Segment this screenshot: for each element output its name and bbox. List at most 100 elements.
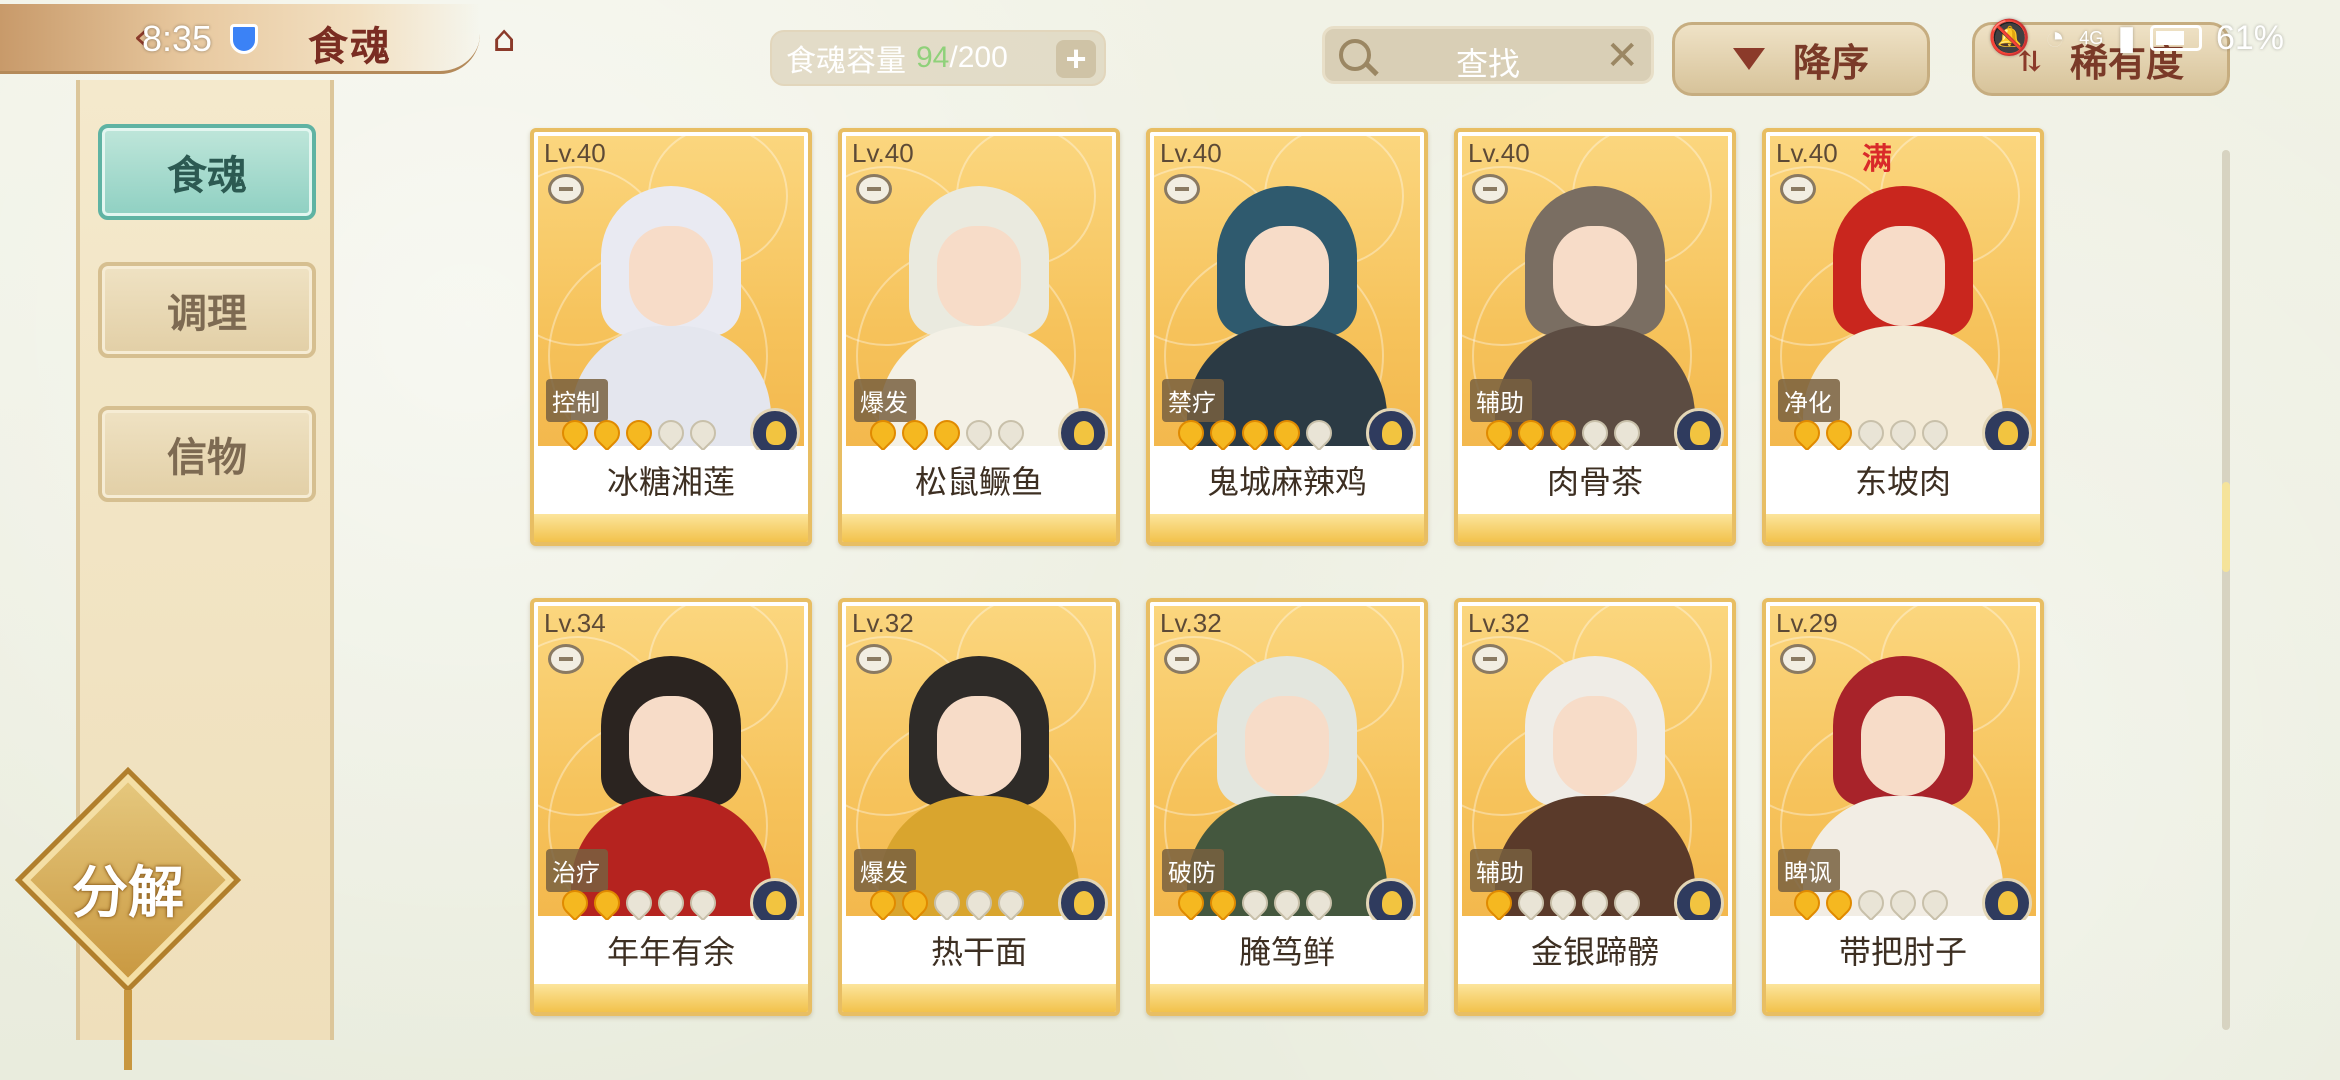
role-label: 控制 bbox=[546, 378, 608, 422]
card-name: 带把肘子 bbox=[1766, 920, 2040, 984]
role-label: 破防 bbox=[1162, 848, 1224, 892]
clear-icon[interactable]: ✕ bbox=[1605, 33, 1639, 79]
role-badge: 禁疗 bbox=[1154, 378, 1232, 422]
role-badge: 破防 bbox=[1154, 848, 1232, 892]
flame-icon bbox=[928, 884, 966, 922]
card-name: 腌笃鲜 bbox=[1150, 920, 1424, 984]
portrait-face bbox=[1861, 226, 1945, 326]
flame-icon bbox=[1172, 884, 1210, 922]
sidebar-item-food-soul[interactable]: 食魂 bbox=[98, 124, 316, 220]
bowl-icon bbox=[1472, 174, 1508, 204]
role-badge: 爆发 bbox=[846, 378, 924, 422]
food-soul-card[interactable]: Lv.29 睥讽带把肘子 bbox=[1762, 598, 2044, 1016]
portrait-face bbox=[1553, 696, 1637, 796]
flame-icon bbox=[1236, 884, 1274, 922]
card-level: Lv.32 bbox=[1160, 608, 1222, 638]
status-right: 🔕 ◔ 4G ▮ 61% bbox=[1974, 18, 2284, 58]
flame-icon bbox=[1884, 884, 1922, 922]
card-level: Lv.32 bbox=[1468, 608, 1530, 638]
star-rating bbox=[556, 884, 722, 922]
food-soul-card[interactable]: Lv.40 爆发松鼠鳜鱼 bbox=[838, 128, 1120, 546]
star-rating bbox=[864, 414, 1030, 452]
flame-icon bbox=[588, 884, 626, 922]
flame-icon bbox=[864, 414, 902, 452]
flame-icon bbox=[1236, 414, 1274, 452]
card-name: 肉骨茶 bbox=[1458, 450, 1732, 514]
card-name: 冰糖湘莲 bbox=[534, 450, 808, 514]
sidebar-item-conditioning[interactable]: 调理 bbox=[98, 262, 316, 358]
food-soul-card[interactable]: Lv.32 破防腌笃鲜 bbox=[1146, 598, 1428, 1016]
star-rating bbox=[864, 884, 1030, 922]
card-level: Lv.32 bbox=[852, 608, 914, 638]
decompose-label[interactable]: 分解 bbox=[48, 848, 208, 929]
sort-order-button[interactable]: 降序 bbox=[1672, 22, 1930, 96]
food-soul-card[interactable]: Lv.40 辅助 肉骨茶 bbox=[1454, 128, 1736, 546]
flame-icon bbox=[1852, 884, 1890, 922]
card-footer bbox=[1150, 514, 1424, 542]
card-level: Lv.40 bbox=[852, 138, 914, 168]
page-title: 食魂 bbox=[308, 23, 392, 70]
portrait-face bbox=[629, 696, 713, 796]
add-capacity-button[interactable]: + bbox=[1056, 40, 1096, 78]
star-rating bbox=[1480, 414, 1646, 452]
capacity-max: /200 bbox=[949, 41, 1008, 74]
flame-icon bbox=[1300, 884, 1338, 922]
flame-icon bbox=[1916, 884, 1954, 922]
food-soul-card[interactable]: Lv.40 禁疗鬼城麻辣鸡 bbox=[1146, 128, 1428, 546]
search-input[interactable]: 查找 ✕ bbox=[1322, 26, 1654, 84]
flame-icon bbox=[1512, 414, 1550, 452]
role-badge: 净化 bbox=[1770, 378, 1848, 422]
flame-icon bbox=[992, 884, 1030, 922]
flame-icon bbox=[992, 414, 1030, 452]
star-rating bbox=[1788, 884, 1954, 922]
flame-icon bbox=[1300, 414, 1338, 452]
card-name: 松鼠鳜鱼 bbox=[842, 450, 1116, 514]
flame-icon bbox=[1916, 414, 1954, 452]
star-rating bbox=[1172, 414, 1338, 452]
sort-triangle-icon bbox=[1732, 48, 1765, 70]
bowl-icon bbox=[1472, 644, 1508, 674]
bowl-icon bbox=[1780, 644, 1816, 674]
card-name: 金银蹄髈 bbox=[1458, 920, 1732, 984]
role-label: 睥讽 bbox=[1778, 848, 1840, 892]
bowl-icon bbox=[1780, 174, 1816, 204]
scrollbar[interactable] bbox=[2222, 150, 2230, 1030]
card-footer bbox=[1150, 984, 1424, 1012]
portrait-face bbox=[1553, 226, 1637, 326]
role-label: 净化 bbox=[1778, 378, 1840, 422]
portrait-face bbox=[1861, 696, 1945, 796]
portrait-face bbox=[1245, 696, 1329, 796]
signal-icon: ▮ bbox=[2117, 19, 2136, 57]
card-level: Lv.29 bbox=[1776, 608, 1838, 638]
flame-icon bbox=[1820, 884, 1858, 922]
capacity-box: 食魂容量 94 /200 + bbox=[770, 30, 1106, 86]
card-footer bbox=[1458, 984, 1732, 1012]
card-footer bbox=[842, 984, 1116, 1012]
flame-icon bbox=[1480, 884, 1518, 922]
food-soul-card[interactable]: Lv.32 辅助 金银蹄髈 bbox=[1454, 598, 1736, 1016]
flame-icon bbox=[588, 414, 626, 452]
card-name: 鬼城麻辣鸡 bbox=[1150, 450, 1424, 514]
bowl-icon bbox=[856, 644, 892, 674]
flame-icon bbox=[1544, 414, 1582, 452]
food-soul-card[interactable]: Lv.34 治疗 年年有余 bbox=[530, 598, 812, 1016]
food-soul-card[interactable]: Lv.40 控制 冰糖湘莲 bbox=[530, 128, 812, 546]
card-footer bbox=[1766, 984, 2040, 1012]
flame-icon bbox=[620, 884, 658, 922]
portrait-face bbox=[1245, 226, 1329, 326]
food-soul-card[interactable]: Lv.40 满净化 东坡肉 bbox=[1762, 128, 2044, 546]
portrait-face bbox=[629, 226, 713, 326]
card-name: 年年有余 bbox=[534, 920, 808, 984]
wifi-icon: ◔ bbox=[2044, 18, 2066, 57]
flame-icon bbox=[1884, 414, 1922, 452]
star-rating bbox=[1788, 414, 1954, 452]
sidebar-item-tokens[interactable]: 信物 bbox=[98, 406, 316, 502]
role-badge: 控制 bbox=[538, 378, 616, 422]
food-soul-card[interactable]: Lv.32 爆发 热干面 bbox=[838, 598, 1120, 1016]
flame-icon bbox=[928, 414, 966, 452]
flame-icon bbox=[652, 414, 690, 452]
flame-icon bbox=[1268, 414, 1306, 452]
pavilion-icon[interactable]: ⌂ bbox=[476, 20, 532, 60]
card-level: Lv.40 bbox=[1160, 138, 1222, 168]
scrollbar-thumb[interactable] bbox=[2222, 482, 2230, 572]
